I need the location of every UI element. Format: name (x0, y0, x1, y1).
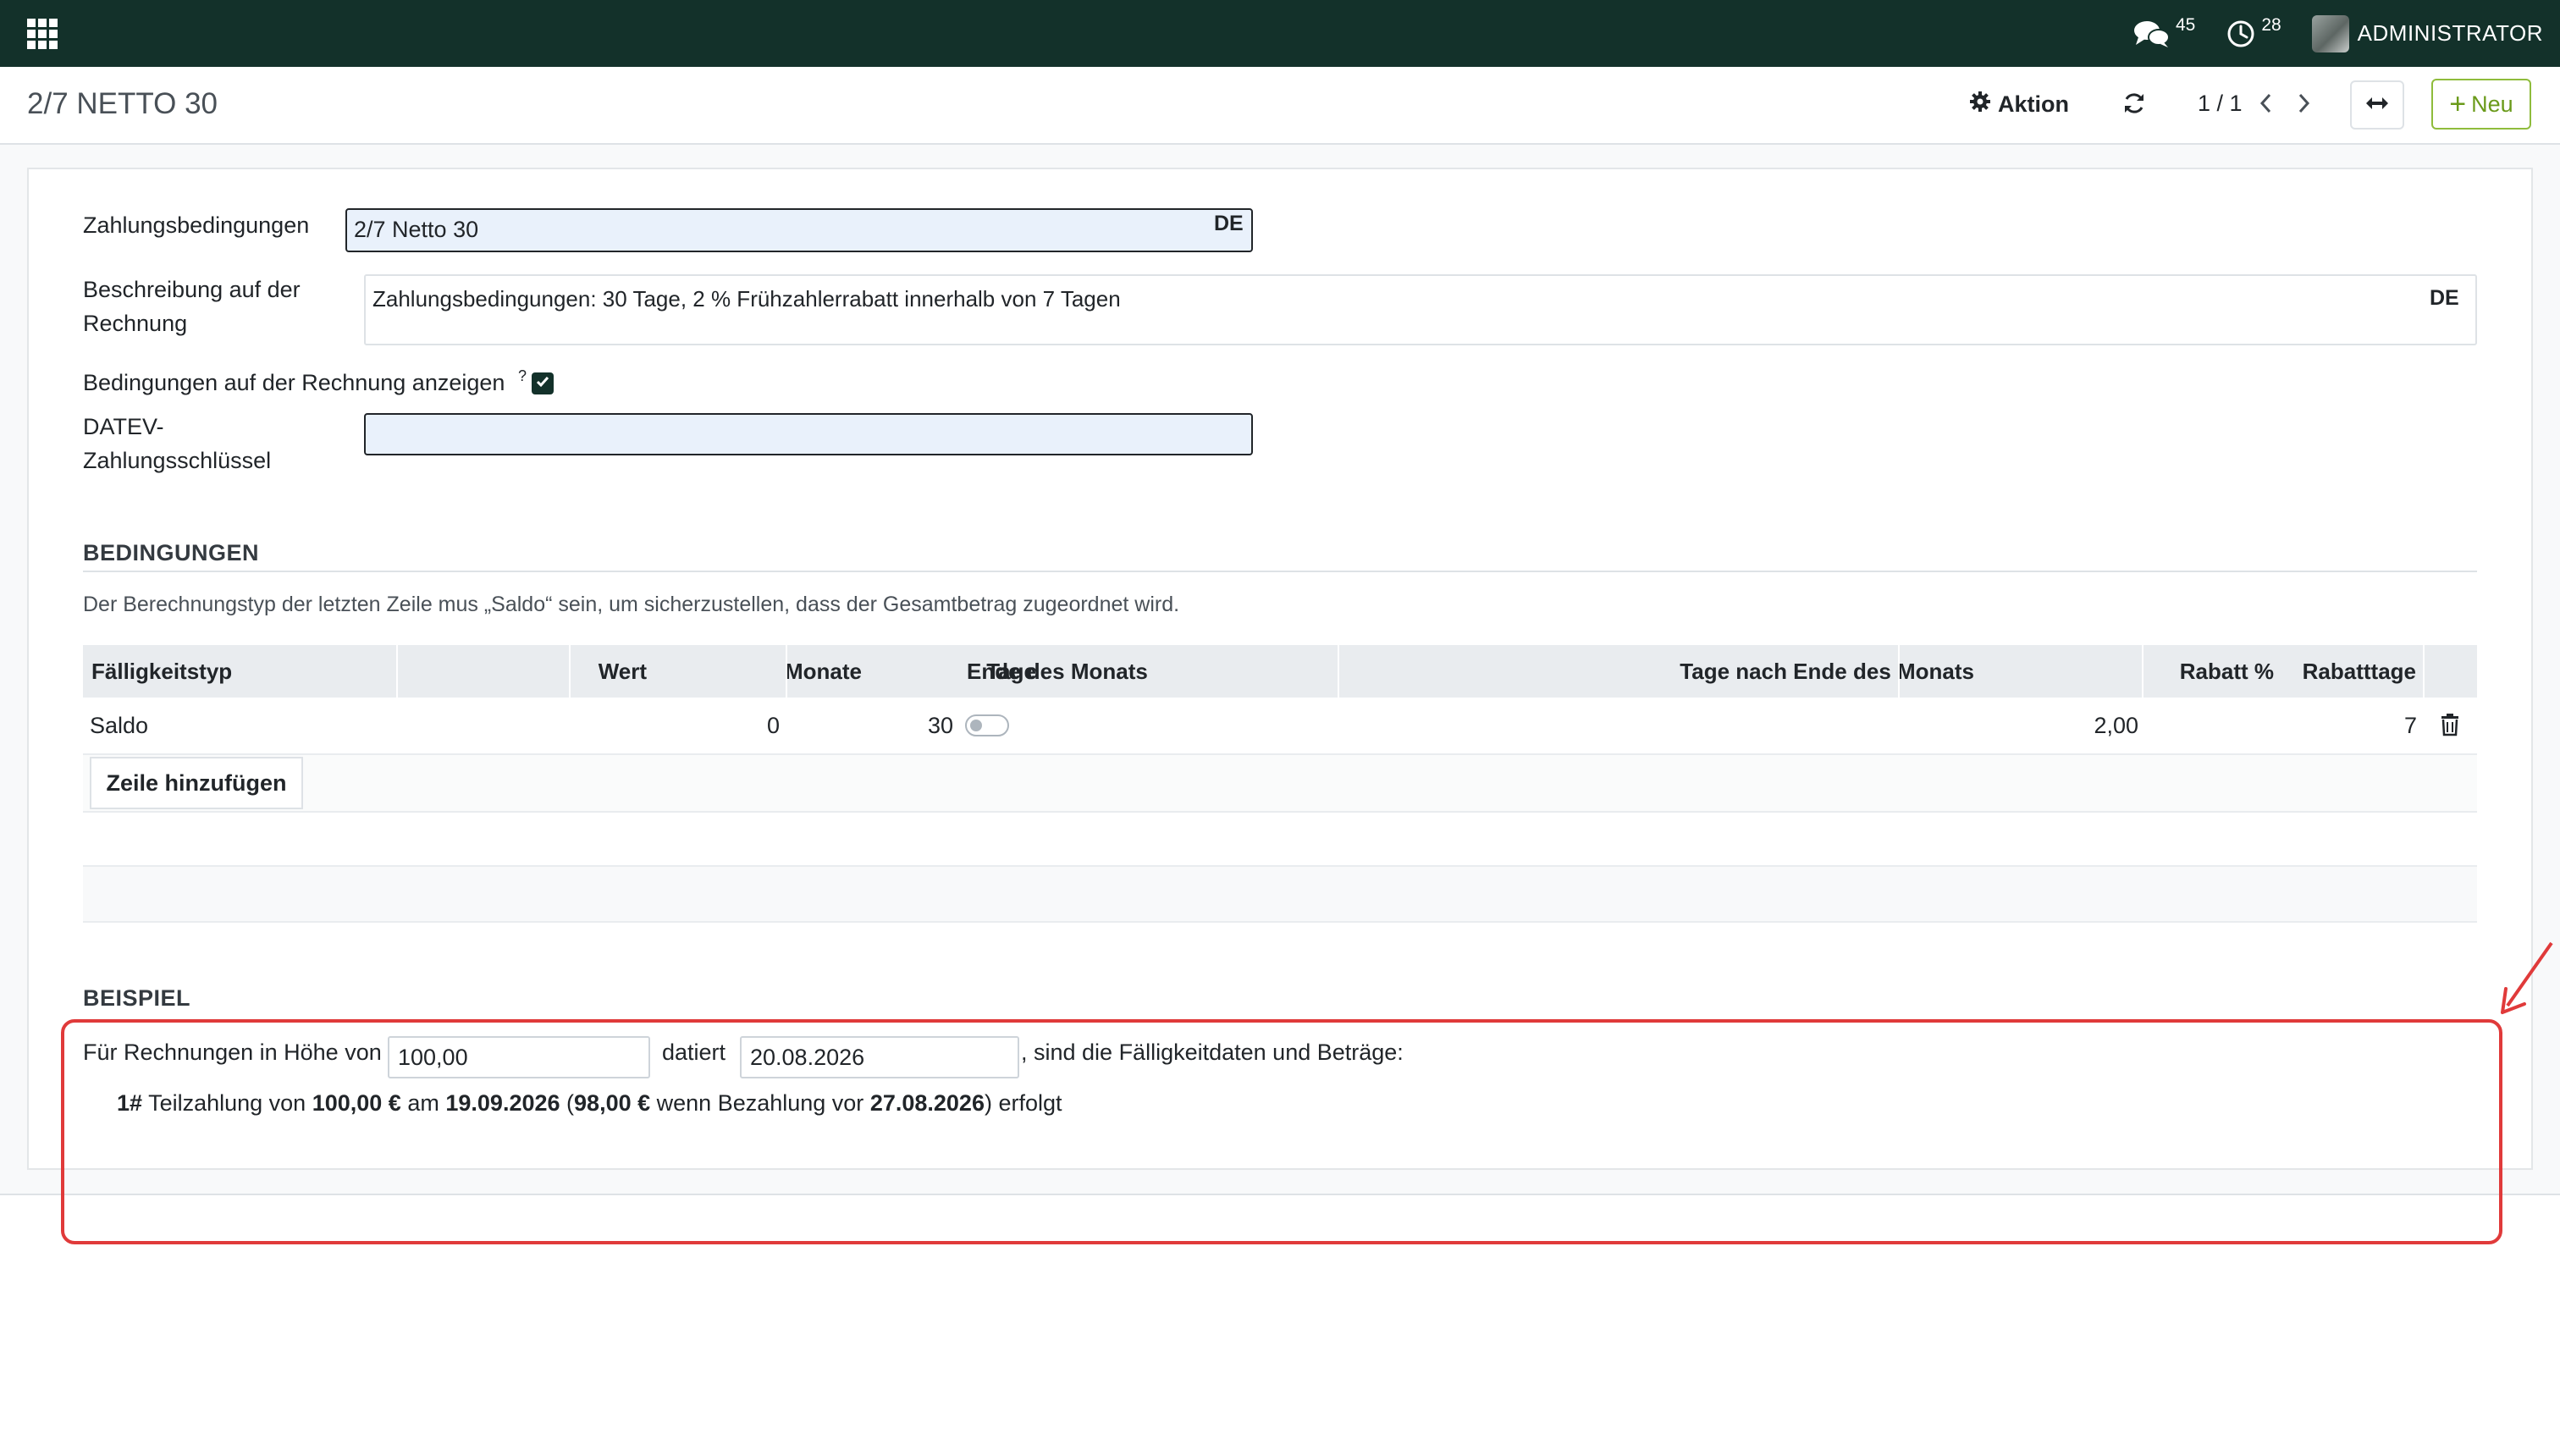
expand-width-button[interactable] (2350, 80, 2404, 130)
messages-button[interactable]: 45 (2133, 15, 2195, 49)
pager-previous-button[interactable] (2257, 91, 2276, 120)
row-due-type[interactable]: Saldo (90, 713, 148, 739)
installment-paren-open: ( (566, 1090, 575, 1116)
payment-terms-input[interactable] (345, 208, 1253, 252)
control-panel: 2/7 NETTO 30 Aktion 1 / 1 + Neu (0, 67, 2560, 145)
example-amount-input[interactable] (388, 1036, 650, 1078)
empty-row (83, 813, 2477, 867)
example-intro: Für Rechnungen in Höhe von (83, 1040, 382, 1065)
col-months[interactable]: Monate (785, 645, 862, 698)
action-label: Aktion (1998, 91, 2069, 117)
page-title: 2/7 NETTO 30 (27, 87, 218, 120)
pager-value[interactable]: 1 / 1 (2198, 91, 2243, 117)
show-on-invoice-checkbox[interactable] (532, 372, 554, 394)
terms-section-title: BEDINGUNGEN (83, 540, 260, 565)
delete-row-button[interactable] (2440, 713, 2460, 741)
chevron-left-icon (2257, 93, 2276, 119)
row-discount[interactable]: 2,00 (2094, 713, 2138, 739)
gear-icon (1969, 91, 1998, 119)
installment-text-1: Teilzahlung von (148, 1090, 306, 1116)
navbar-systray: 45 28 ADMINISTRATOR (2103, 0, 2543, 67)
installment-index: 1# (117, 1090, 143, 1116)
example-installment-line: 1# Teilzahlung von 100,00 € am 19.09.202… (117, 1090, 1062, 1117)
row-discount-days[interactable]: 7 (2404, 713, 2417, 739)
user-name: ADMINISTRATOR (2357, 20, 2543, 46)
new-label: Neu (2471, 91, 2513, 117)
refresh-icon (2121, 93, 2147, 119)
pager-next-button[interactable] (2294, 91, 2313, 120)
description-label-line1: Beschreibung auf der (83, 277, 301, 302)
add-line-button[interactable]: Zeile hinzufügen (90, 757, 303, 809)
avatar (2311, 14, 2349, 52)
terms-table-header: Fälligkeitstyp Wert Monate Tage Ende des… (83, 645, 2477, 698)
new-record-button[interactable]: + Neu (2431, 79, 2531, 130)
top-navbar: 45 28 ADMINISTRATOR (0, 0, 2560, 67)
example-section-title: BEISPIEL (83, 985, 191, 1011)
installment-discounted-amount: 98,00 € (574, 1090, 651, 1116)
col-end-of-month[interactable]: Ende des Monats (967, 645, 1148, 698)
payment-terms-label: Zahlungsbedingungen (83, 212, 310, 238)
add-line-row (83, 755, 2477, 813)
chevron-right-icon (2294, 93, 2313, 119)
installment-discount-date: 27.08.2026 (869, 1090, 985, 1116)
example-dated-label: datiert (662, 1040, 726, 1065)
payment-terms-value: 2/7 Netto 30 (354, 217, 479, 242)
example-date-input[interactable] (740, 1036, 1019, 1078)
annotation-arrow-icon (2497, 940, 2557, 1020)
payment-terms-lang-button[interactable]: DE (1214, 212, 1244, 236)
help-tooltip-icon[interactable]: ? (518, 367, 527, 385)
messages-counter: 45 (2175, 14, 2196, 35)
plus-icon: + (2449, 88, 2467, 120)
col-discount[interactable]: Rabatt % (2180, 645, 2274, 698)
col-discount-days[interactable]: Rabatttage (2303, 645, 2416, 698)
user-menu[interactable]: ADMINISTRATOR (2311, 14, 2543, 52)
clock-icon (2226, 19, 2256, 49)
activities-counter: 28 (2261, 14, 2281, 35)
installment-amount: 100,00 € (312, 1090, 401, 1116)
col-days-after-eom[interactable]: Tage nach Ende des Monats (1680, 645, 1974, 698)
end-of-month-toggle[interactable] (965, 714, 1009, 736)
description-label-line2: Rechnung (83, 311, 188, 336)
arrows-horizontal-icon (2364, 95, 2390, 116)
installment-text-2: am (407, 1090, 439, 1116)
apps-menu-icon[interactable] (27, 19, 58, 49)
refresh-button[interactable] (2121, 91, 2147, 120)
trash-icon (2440, 714, 2460, 740)
activities-button[interactable]: 28 (2226, 15, 2281, 49)
row-days[interactable]: 30 (928, 713, 953, 739)
table-footer (83, 867, 2477, 923)
row-months[interactable]: 0 (767, 713, 780, 739)
chat-icon (2133, 19, 2171, 49)
datev-payment-key-input[interactable] (364, 413, 1253, 455)
example-suffix: , sind die Fälligkeitdaten und Beträge: (1021, 1040, 1404, 1065)
datev-label-line2: Zahlungsschlüssel (83, 448, 272, 473)
checkmark-icon (535, 374, 550, 394)
installment-due-date: 19.09.2026 (445, 1090, 560, 1116)
installment-text-3: wenn Bezahlung vor (656, 1090, 864, 1116)
terms-hint: Der Berechnungstyp der letzten Zeile mus… (83, 593, 1180, 616)
page-bottom-divider (0, 1194, 2560, 1195)
col-due-type[interactable]: Fälligkeitstyp (91, 645, 232, 698)
description-value: Zahlungsbedingungen: 30 Tage, 2 % Frühza… (372, 286, 1121, 312)
action-menu-button[interactable]: Aktion (1969, 91, 2069, 119)
description-lang-button[interactable]: DE (2430, 286, 2459, 311)
datev-label-line1: DATEV- (83, 414, 164, 439)
installment-text-4: ) erfolgt (984, 1090, 1062, 1116)
terms-section-divider (83, 571, 2477, 572)
col-value[interactable]: Wert (599, 645, 647, 698)
show-on-invoice-label: Bedingungen auf der Rechnung anzeigen (83, 370, 505, 395)
